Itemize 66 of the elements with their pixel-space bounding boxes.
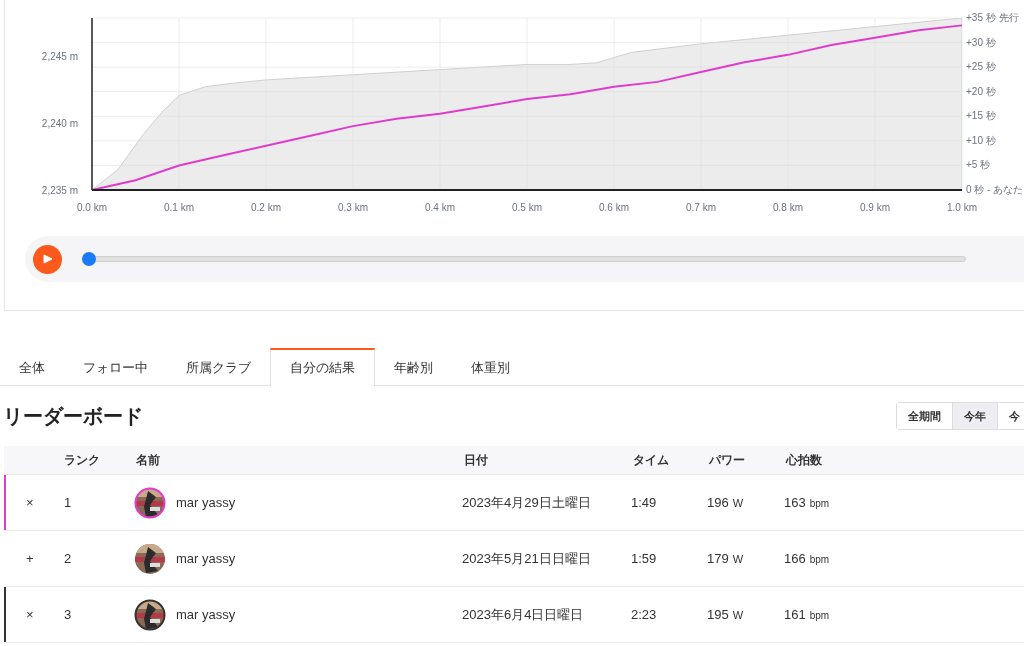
x-axis-label: 0.0 km bbox=[77, 202, 107, 213]
play-button[interactable] bbox=[33, 244, 62, 274]
athlete-name-link[interactable]: mar yassy bbox=[176, 548, 236, 569]
progress-thumb[interactable] bbox=[82, 252, 96, 266]
rank-cell: 3 bbox=[64, 606, 72, 622]
tab[interactable]: フォロー中 bbox=[64, 348, 167, 385]
heart-rate-unit: bpm bbox=[809, 608, 830, 623]
y-axis-label: 0 秒 - あなた bbox=[966, 184, 1024, 195]
heart-rate-value: 161 bbox=[784, 605, 806, 624]
x-axis-label: 1.0 km bbox=[947, 202, 977, 213]
time-cell: 1:49 bbox=[631, 494, 657, 510]
y-axis-label: +25 秒 bbox=[966, 61, 996, 73]
x-axis-label: 0.4 km bbox=[425, 202, 455, 213]
column-header: タイム bbox=[633, 453, 669, 467]
power-value: 196 bbox=[707, 493, 729, 512]
power-value: 195 bbox=[707, 605, 729, 624]
column-header: 名前 bbox=[136, 453, 160, 467]
time-cell: 2:23 bbox=[631, 606, 657, 622]
elevation-label: 2,245 m bbox=[41, 50, 78, 64]
heart-rate-unit: bpm bbox=[809, 496, 830, 511]
x-axis-label: 0.6 km bbox=[599, 202, 629, 213]
x-axis-label: 0.2 km bbox=[251, 202, 281, 213]
date-cell: 2023年6月4日日曜日 bbox=[462, 606, 584, 622]
power-unit: W bbox=[732, 495, 744, 511]
tab[interactable]: 体重別 bbox=[452, 348, 529, 385]
column-header: 心拍数 bbox=[786, 453, 822, 467]
y-axis-label: +10 秒 bbox=[966, 134, 996, 146]
y-axis-label: +35 秒 先行 bbox=[966, 12, 1019, 23]
toggle-button[interactable]: × bbox=[26, 604, 34, 625]
toggle-button[interactable]: × bbox=[26, 492, 34, 513]
x-axis-label: 0.9 km bbox=[860, 202, 890, 213]
heart-rate-value: 166 bbox=[784, 549, 806, 568]
tab[interactable]: 年齢別 bbox=[375, 348, 452, 385]
y-axis-label: +20 秒 bbox=[966, 85, 996, 97]
x-axis-label: 0.7 km bbox=[686, 202, 716, 213]
period-button[interactable]: 今年 bbox=[952, 403, 997, 429]
date-cell: 2023年5月21日日曜日 bbox=[462, 550, 591, 566]
x-axis-label: 0.1 km bbox=[164, 202, 194, 213]
x-axis-label: 0.5 km bbox=[512, 202, 542, 213]
tab[interactable]: 自分の結果 bbox=[270, 348, 375, 386]
tab[interactable]: 所属クラブ bbox=[167, 348, 270, 385]
power-value: 179 bbox=[707, 549, 729, 568]
column-header: パワー bbox=[709, 453, 745, 467]
tab[interactable]: 全体 bbox=[0, 348, 64, 385]
x-axis-label: 0.3 km bbox=[338, 202, 368, 213]
rank-cell: 1 bbox=[64, 494, 72, 510]
leaderboard-title: リーダーボード bbox=[3, 404, 143, 429]
y-axis-label: +15 秒 bbox=[966, 110, 996, 122]
toggle-button[interactable]: + bbox=[26, 548, 34, 569]
heart-rate-value: 163 bbox=[784, 493, 806, 512]
elevation-label: 2,235 m bbox=[41, 184, 78, 198]
date-cell: 2023年4月29日土曜日 bbox=[462, 494, 591, 510]
power-unit: W bbox=[732, 607, 744, 623]
athlete-name-link[interactable]: mar yassy bbox=[176, 604, 236, 625]
elevation-label: 2,240 m bbox=[41, 117, 78, 131]
rank-cell: 2 bbox=[64, 550, 72, 566]
x-axis-label: 0.8 km bbox=[773, 202, 803, 213]
heart-rate-unit: bpm bbox=[809, 552, 830, 567]
time-cell: 1:59 bbox=[631, 550, 657, 566]
column-header: 日付 bbox=[464, 453, 488, 467]
y-axis-label: +30 秒 bbox=[966, 36, 996, 48]
y-axis-label: +5 秒 bbox=[966, 159, 991, 171]
athlete-name-link[interactable]: mar yassy bbox=[176, 492, 236, 513]
power-unit: W bbox=[732, 551, 744, 567]
play-icon bbox=[41, 254, 54, 264]
column-header: ランク bbox=[64, 453, 100, 467]
